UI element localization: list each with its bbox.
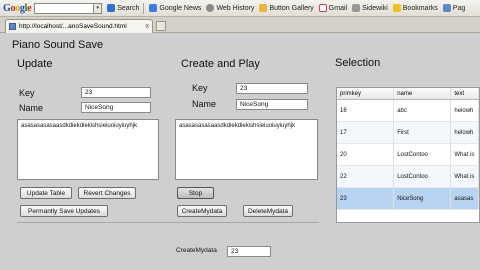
selection-grid[interactable]: primkey name text 16 abc helowh 17 First… <box>336 87 480 223</box>
toolbar-page-button[interactable]: Pag <box>442 4 465 12</box>
delete-mydata-button[interactable]: DeleteMydata <box>243 205 293 217</box>
search-dropdown-icon[interactable]: ▾ <box>94 2 103 14</box>
create-mydata-button[interactable]: CreateMydata <box>177 205 227 217</box>
create-name-label: Name <box>192 99 217 109</box>
create-key-input[interactable] <box>236 83 308 94</box>
toolbar-separator <box>143 2 145 14</box>
update-name-input[interactable] <box>81 102 151 113</box>
google-search-button[interactable]: Search <box>107 4 139 12</box>
close-icon[interactable]: x <box>146 23 150 30</box>
search-icon <box>107 4 116 12</box>
toolbar-sidewiki-button[interactable]: Sidewiki <box>352 4 388 12</box>
page-icon <box>442 4 451 12</box>
update-name-label: Name <box>19 103 44 113</box>
create-name-input[interactable] <box>236 99 308 110</box>
revert-changes-button[interactable]: Revert Changes <box>78 187 136 199</box>
column-header-text[interactable]: text <box>451 88 479 99</box>
toolbar-news-button[interactable]: Google News <box>149 4 201 12</box>
update-table-button[interactable]: Update Table <box>20 187 72 199</box>
history-icon <box>206 4 215 12</box>
sidewiki-icon <box>352 4 361 12</box>
toolbar-history-button[interactable]: Web History <box>206 4 254 12</box>
created-key-label: CreateMydata <box>176 247 217 254</box>
grid-header: primkey name text <box>337 88 479 100</box>
column-header-name[interactable]: name <box>394 88 452 99</box>
page-favicon-icon <box>9 23 16 30</box>
news-icon <box>149 4 158 12</box>
page-content: Piano Sound Save Update Key Name asasasa… <box>0 33 480 270</box>
tab-url: http://localhost/...anoSaveSound.html <box>19 23 127 30</box>
update-key-input[interactable] <box>81 87 151 98</box>
toolbar-bookmarks-button[interactable]: Bookmarks <box>392 4 438 12</box>
new-tab-button[interactable] <box>156 21 166 31</box>
update-key-label: Key <box>19 88 35 98</box>
create-section-title: Create and Play <box>181 58 260 70</box>
selection-section-title: Selection <box>335 57 381 69</box>
table-row[interactable]: 20 LostContoo What is <box>337 144 479 166</box>
created-key-input[interactable] <box>227 246 271 257</box>
create-key-label: Key <box>192 83 208 93</box>
update-section-title: Update <box>17 58 53 70</box>
page-title: Piano Sound Save <box>12 39 104 51</box>
column-header-primkey[interactable]: primkey <box>337 88 395 99</box>
toolbar-gmail-button[interactable]: Gmail <box>318 4 347 12</box>
puzzle-icon <box>259 4 268 12</box>
google-logo: Google <box>3 2 32 14</box>
table-row-selected[interactable]: 23 NiceSong asasas <box>337 188 479 210</box>
create-text-area[interactable]: asasasasasaasdkdiekdiekishsieiuoiuyiuyhj… <box>175 119 318 180</box>
stop-button[interactable]: Stop <box>177 187 214 199</box>
toolbar-gallery-button[interactable]: Button Gallery <box>259 4 314 12</box>
table-row[interactable]: 16 abc helowh <box>337 100 479 122</box>
browser-tab[interactable]: http://localhost/...anoSaveSound.html x <box>5 19 153 33</box>
google-search-input[interactable] <box>34 2 95 14</box>
mail-icon <box>318 4 327 12</box>
star-icon <box>392 4 401 12</box>
permanently-save-button[interactable]: Permantly Save Updates <box>20 205 108 217</box>
section-divider <box>17 222 319 223</box>
tab-strip: http://localhost/...anoSaveSound.html x <box>0 17 480 33</box>
table-row[interactable]: 17 First helowh <box>337 122 479 144</box>
google-toolbar: Google ▾ Search Google News Web History … <box>0 0 480 17</box>
table-row[interactable]: 22 LostContoo What is <box>337 166 479 188</box>
update-text-area[interactable]: asasasasasaasdkdiekdiekishsieiuoiuyiuyhj… <box>17 119 159 180</box>
